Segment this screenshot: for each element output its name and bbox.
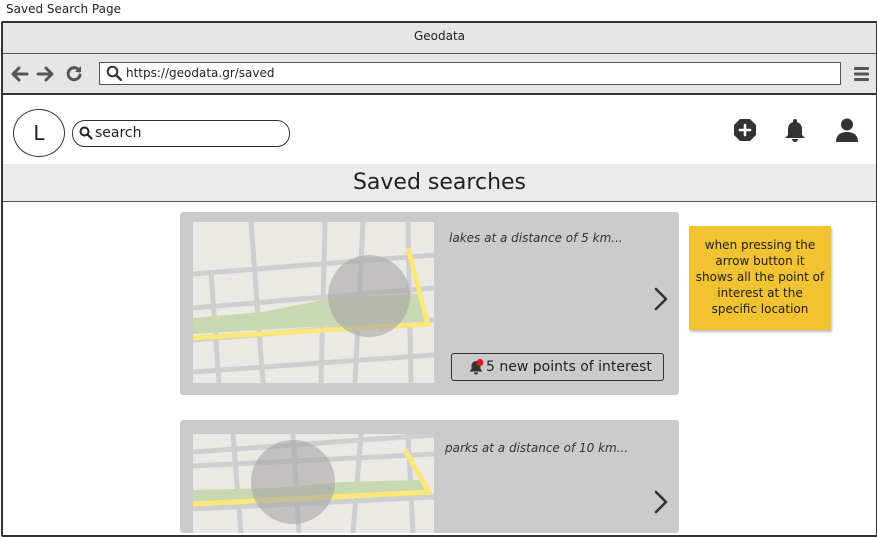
address-bar[interactable]: https://geodata.gr/saved	[99, 62, 841, 85]
search-icon	[79, 126, 93, 140]
annotation-note: when pressing the arrow button it shows …	[689, 226, 831, 330]
chevron-right-icon[interactable]	[654, 490, 668, 514]
bell-icon[interactable]	[782, 117, 808, 143]
new-poi-button[interactable]: 5 new points of interest	[451, 353, 664, 381]
back-arrow-icon[interactable]	[11, 65, 29, 83]
saved-search-query: lakes at a distance of 5 km...	[449, 231, 623, 245]
saved-search-card: lakes at a distance of 5 km... 5 new poi…	[180, 212, 679, 395]
page-caption: Saved Search Page	[6, 2, 121, 16]
reload-icon[interactable]	[65, 65, 83, 83]
menu-icon[interactable]	[854, 67, 869, 81]
page-title: Saved searches	[3, 164, 876, 202]
user-icon[interactable]	[834, 117, 860, 143]
search-placeholder: search	[95, 125, 142, 141]
search-input[interactable]: search	[72, 120, 290, 147]
saved-search-card: parks at a distance of 10 km...	[180, 420, 679, 533]
url-text: https://geodata.gr/saved	[126, 66, 275, 80]
logo[interactable]: L	[13, 109, 65, 157]
app-header: L search	[3, 95, 876, 165]
search-icon	[106, 65, 122, 81]
browser-toolbar: https://geodata.gr/saved	[3, 54, 876, 95]
saved-search-query: parks at a distance of 10 km...	[445, 441, 629, 455]
add-icon[interactable]	[732, 117, 758, 143]
map-thumbnail	[193, 434, 434, 533]
chevron-right-icon[interactable]	[654, 287, 668, 311]
poi-label: 5 new points of interest	[486, 359, 652, 375]
map-thumbnail	[193, 222, 434, 383]
browser-window: Geodata https://geodata.gr/saved L searc…	[1, 21, 877, 537]
bell-icon	[469, 359, 484, 375]
window-title: Geodata	[3, 23, 876, 54]
forward-arrow-icon[interactable]	[36, 65, 54, 83]
